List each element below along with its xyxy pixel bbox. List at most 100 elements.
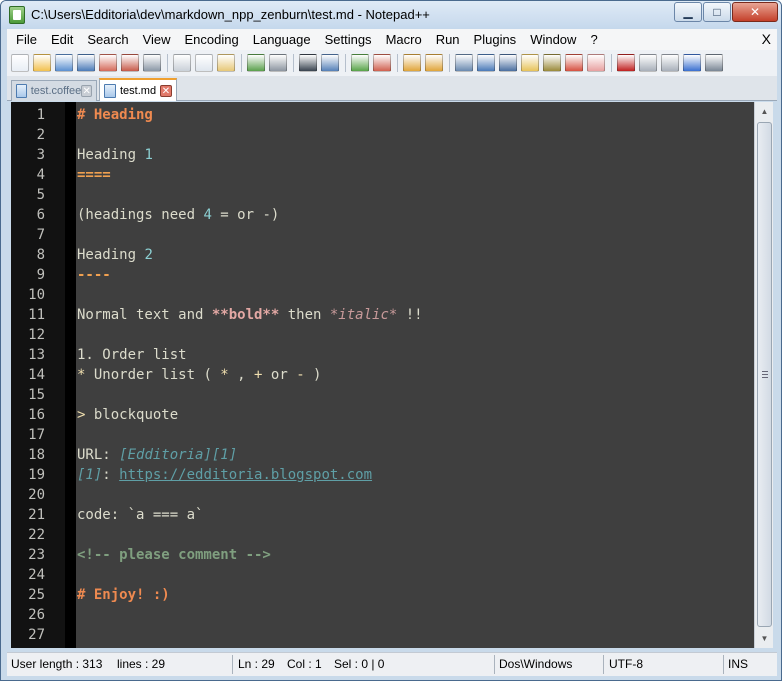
minimize-button[interactable]: ▁ [674,2,702,22]
new-file-icon[interactable] [11,54,29,72]
token: then [279,307,330,323]
scroll-down-icon[interactable]: ▼ [757,631,772,646]
tab-close-icon[interactable]: ✕ [160,84,172,97]
code-line[interactable]: 7 [11,225,754,245]
doc-map-icon[interactable] [543,54,561,72]
menu-encoding[interactable]: Encoding [177,32,245,47]
code-line[interactable]: 21 code: `a === a` [11,505,754,525]
code-line[interactable]: 25 # Enjoy! :) [11,585,754,605]
code-line[interactable]: 13 1. Order list [11,345,754,365]
code-line[interactable]: 23 <!-- please comment --> [11,545,754,565]
tab-test-coffee[interactable]: test.coffee ✕ [11,80,97,101]
line-number: 21 [28,507,45,523]
close-window-button[interactable]: ✕ [732,2,778,22]
code-line[interactable]: 16 > blockquote [11,405,754,425]
close-all-icon[interactable] [121,54,139,72]
code-line[interactable]: 15 [11,385,754,405]
menu-search[interactable]: Search [79,32,134,47]
token: code: `a === a` [77,507,204,523]
code-line[interactable]: 11 Normal text and **bold** then *italic*… [11,305,754,325]
token: , [228,367,255,383]
menu-macro[interactable]: Macro [378,32,428,47]
code-line[interactable]: 1 # Heading [11,105,754,125]
token: ) [304,367,322,383]
user-language-icon[interactable] [521,54,539,72]
run-macro-multiple-icon[interactable] [683,54,701,72]
scrollbar-thumb[interactable] [757,122,772,627]
code-line[interactable]: 26 [11,605,754,625]
status-bar: User length : 313 lines : 29 Ln : 29 Col… [7,652,777,676]
vertical-scrollbar[interactable]: ▲ ▼ [754,102,773,648]
code-line[interactable]: 22 [11,525,754,545]
line-text: > blockquote [77,405,178,425]
code-line[interactable]: 24 [11,565,754,585]
copy-icon[interactable] [195,54,213,72]
save-macro-icon[interactable] [705,54,723,72]
tab-label: test.coffee [30,85,82,97]
menu-window[interactable]: Window [522,32,582,47]
function-list-icon[interactable] [565,54,583,72]
save-all-icon[interactable] [77,54,95,72]
undo-icon[interactable] [247,54,265,72]
toolbar-separator [397,54,398,72]
word-wrap-icon[interactable] [455,54,473,72]
code-line[interactable]: 5 [11,185,754,205]
token: <!-- please comment --> [77,547,271,563]
line-number: 10 [28,287,45,303]
record-macro-icon[interactable] [617,54,635,72]
menu-run[interactable]: Run [428,32,466,47]
code-line[interactable]: 10 [11,285,754,305]
menu-plugins[interactable]: Plugins [466,32,523,47]
menu-file[interactable]: File [7,32,43,47]
line-number: 16 [28,407,45,423]
indent-guide-icon[interactable] [499,54,517,72]
maximize-button[interactable]: □ [703,2,731,22]
line-text: Normal text and **bold** then *italic* !… [77,305,423,325]
menu-help[interactable]: ? [582,32,603,47]
code-line[interactable]: 9 ---- [11,265,754,285]
close-icon[interactable] [99,54,117,72]
code-line[interactable]: 20 [11,485,754,505]
find-icon[interactable] [299,54,317,72]
close-document-button[interactable]: X [762,31,771,47]
code-line[interactable]: 12 [11,325,754,345]
tab-close-icon[interactable]: ✕ [81,85,92,97]
code-line[interactable]: 18 URL: [Edditoria][1] [11,445,754,465]
print-icon[interactable] [143,54,161,72]
stop-macro-icon[interactable] [639,54,657,72]
sync-horizontal-icon[interactable] [425,54,443,72]
editor-area[interactable]: 1 # Heading 2 3 Heading 1 4 ==== 5 6 (headings ne… [11,102,773,648]
menu-view[interactable]: View [135,32,177,47]
toolbar-separator [241,54,242,72]
title-bar[interactable]: C:\Users\Edditoria\dev\markdown_npp_zenb… [1,1,781,29]
zoom-out-icon[interactable] [373,54,391,72]
paste-icon[interactable] [217,54,235,72]
save-icon[interactable] [55,54,73,72]
cut-icon[interactable] [173,54,191,72]
token: [Edditoria][1] [119,447,238,463]
replace-icon[interactable] [321,54,339,72]
code-line[interactable]: 6 (headings need 4 = or -) [11,205,754,225]
code-line[interactable]: 27 [11,625,754,645]
tab-test-md[interactable]: test.md ✕ [99,78,177,101]
folder-workspace-icon[interactable] [587,54,605,72]
code-line[interactable]: 3 Heading 1 [11,145,754,165]
notepadpp-app-icon[interactable] [9,6,25,24]
menu-settings[interactable]: Settings [317,32,378,47]
redo-icon[interactable] [269,54,287,72]
menu-language[interactable]: Language [245,32,317,47]
play-macro-icon[interactable] [661,54,679,72]
zoom-in-icon[interactable] [351,54,369,72]
menu-edit[interactable]: Edit [43,32,79,47]
code-line[interactable]: 4 ==== [11,165,754,185]
code-line[interactable]: 19 [1]: https://edditoria.blogspot.com [11,465,754,485]
scroll-up-icon[interactable]: ▲ [757,104,772,119]
open-file-icon[interactable] [33,54,51,72]
code-line[interactable]: 2 [11,125,754,145]
show-all-chars-icon[interactable] [477,54,495,72]
line-text: Heading 2 [77,245,153,265]
code-line[interactable]: 17 [11,425,754,445]
code-line[interactable]: 8 Heading 2 [11,245,754,265]
code-line[interactable]: 14 * Unorder list ( * , + or - ) [11,365,754,385]
sync-vertical-icon[interactable] [403,54,421,72]
